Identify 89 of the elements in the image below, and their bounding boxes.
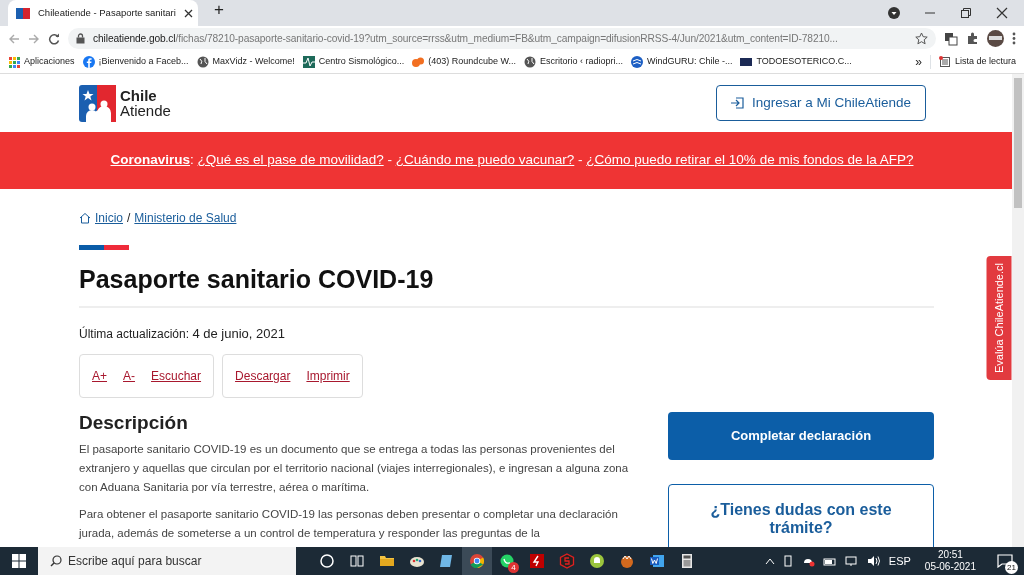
social-icon [82, 56, 95, 68]
bookmark[interactable]: Aplicaciones [8, 55, 75, 69]
link[interactable]: ¿Qué es el pase de movilidad? [197, 152, 384, 168]
wave-icon [630, 56, 643, 68]
round-app-icon[interactable] [589, 553, 605, 569]
volume-icon[interactable] [866, 555, 881, 567]
calculator-icon[interactable] [679, 553, 695, 569]
chevron-icon[interactable] [764, 557, 775, 565]
tab-title: Chileatiende - Pasaporte sanitari [38, 5, 176, 20]
alert-text: Coronavirus: ¿Qué es el pase de movilidad? - ¿Cuándo me puedo vacunar? - ¿Cómo puedo retirar el 10% de mis fondos de la AFP? [110, 151, 914, 170]
paragraph: El pasaporte sanitario COVID-19 es un documento que se entrega a todas las personas provenientes del extranjero y aquellas que circulan por el territorio nacional (viajes interregionales), e ingresan a alguna zona con Aduana Sanitaria por vía terrestre, aérea o marítima. [79, 442, 630, 496]
update-date: Última actualización: 4 de junio, 2021 [79, 325, 286, 343]
reading-list-button[interactable]: Lista de lectura [929, 55, 1016, 69]
scrollbar[interactable] [1012, 74, 1024, 547]
notification-badge: 4 [508, 562, 519, 573]
tool-link[interactable]: Imprimir [306, 366, 350, 385]
overflow-button[interactable]: » [915, 53, 922, 71]
chat-icon[interactable] [499, 553, 515, 569]
star-icon[interactable] [915, 32, 928, 45]
login-button[interactable]: Ingresar a Mi ChileAtiende [715, 84, 926, 122]
bookmark[interactable]: MaxVidz - Welcome! [196, 55, 295, 69]
restore-icon[interactable] [960, 7, 972, 19]
hexagon-icon[interactable] [559, 553, 575, 569]
badge-icon [740, 56, 753, 68]
seismograph-icon [302, 56, 315, 68]
notification-count: 21 [1005, 561, 1018, 574]
mitt-icon[interactable] [619, 553, 635, 569]
browser-tab[interactable]: Chileatiende - Pasaporte sanitari [8, 0, 198, 26]
document-icon[interactable] [649, 553, 665, 569]
logo-text: Atiende [120, 103, 171, 118]
globe-icon [523, 56, 536, 68]
cloud-icon [412, 56, 425, 68]
network-icon[interactable] [844, 555, 859, 567]
link[interactable]: ¿Cuándo me puedo vacunar? [395, 152, 575, 168]
page-title: Pasaporte sanitario COVID-19 [79, 264, 934, 308]
apps-icon [8, 56, 20, 68]
battery-icon[interactable] [822, 555, 837, 567]
address-field[interactable]: chileatiende.gob.cl/fichas/78210-pasaporte-sanitario-covid-19?utm_source=rrss&utm_medium=FB&utm_campaign=difusionRRSS-4/Jun/2021&utm_content=ID-78210... [68, 28, 936, 49]
section-heading: Descripción [79, 411, 189, 435]
bookmark[interactable]: Escritorio ‹ radiopri... [523, 55, 623, 69]
puzzle-icon[interactable] [966, 32, 979, 45]
taskbar-search-field[interactable]: Escribe aquí para buscar [38, 547, 296, 575]
close-icon[interactable] [183, 8, 193, 18]
translate-icon[interactable] [944, 31, 958, 46]
scrollbar-thumb[interactable] [1014, 78, 1022, 208]
clock[interactable]: 20:51 05-06-2021 [918, 549, 982, 573]
list-icon [938, 56, 951, 68]
lock-icon [76, 33, 85, 44]
circle-icon[interactable] [319, 553, 335, 569]
folder-icon[interactable] [379, 553, 395, 569]
tool-link[interactable]: A+ [92, 366, 107, 385]
bookmark[interactable]: WindGURU: Chile -... [630, 55, 733, 69]
close-icon[interactable] [996, 7, 1008, 19]
browser-icon[interactable] [469, 553, 485, 569]
dropdown-icon[interactable] [888, 7, 900, 19]
notebook-icon[interactable] [439, 553, 455, 569]
avatar-icon[interactable] [987, 30, 1004, 47]
feedback-tab[interactable]: Evalúa ChileAtiende.cl [986, 256, 1011, 381]
paragraph: Para obtener el pasaporte sanitario COVID-19 las personas deben presentar o completar una declaración jurada, además de someterse a un control de temperatura y responder las preguntas de la [79, 507, 619, 542]
menu-icon[interactable] [1012, 32, 1016, 45]
link[interactable]: ¿Cómo puedo retirar el 10% de mis fondos de la AFP? [586, 152, 914, 168]
lightning-tile-icon[interactable] [529, 553, 545, 569]
logo-text: Chile [120, 88, 158, 103]
breadcrumb-link[interactable]: Inicio [95, 209, 123, 227]
device-icon[interactable] [782, 555, 793, 567]
search-icon [50, 555, 62, 567]
url-text: chileatiende.gob.cl/fichas/78210-pasaporte-sanitario-covid-19?utm_source=rrss&utm_medium=FB&utm_campaign=difusionRRSS-4/Jun/2021&utm_content=ID-78210... [93, 31, 839, 46]
tool-link[interactable]: Escuchar [151, 366, 202, 385]
date-text: 05-06-2021 [924, 561, 976, 573]
primary-button[interactable]: Completar declaración [668, 411, 934, 460]
bookmark[interactable]: Centro Sismológico... [302, 55, 405, 69]
bookmark[interactable]: ¡Bienvenido a Faceb... [82, 55, 189, 69]
time-text: 20:51 [936, 549, 964, 561]
breadcrumb-separator: / [127, 210, 131, 227]
new-tab-button[interactable]: + [214, 0, 224, 22]
login-icon [730, 97, 744, 109]
bookmark[interactable]: (403) Roundcube W... [412, 55, 516, 69]
logo-icon [79, 84, 116, 122]
task-view-icon[interactable] [349, 553, 365, 569]
flag-icon [16, 7, 30, 19]
globe-icon [196, 56, 209, 68]
bookmark[interactable]: TODOESOTERICO.C... [740, 55, 852, 69]
breadcrumb-link[interactable]: Ministerio de Salud [134, 209, 237, 227]
tool-link[interactable]: Descargar [235, 366, 291, 385]
home-icon[interactable] [79, 212, 91, 224]
language-indicator[interactable]: ESP [888, 552, 911, 570]
reload-icon[interactable] [48, 32, 60, 45]
tool-link[interactable]: A- [123, 366, 135, 385]
logo[interactable]: Chile Atiende [79, 84, 171, 122]
